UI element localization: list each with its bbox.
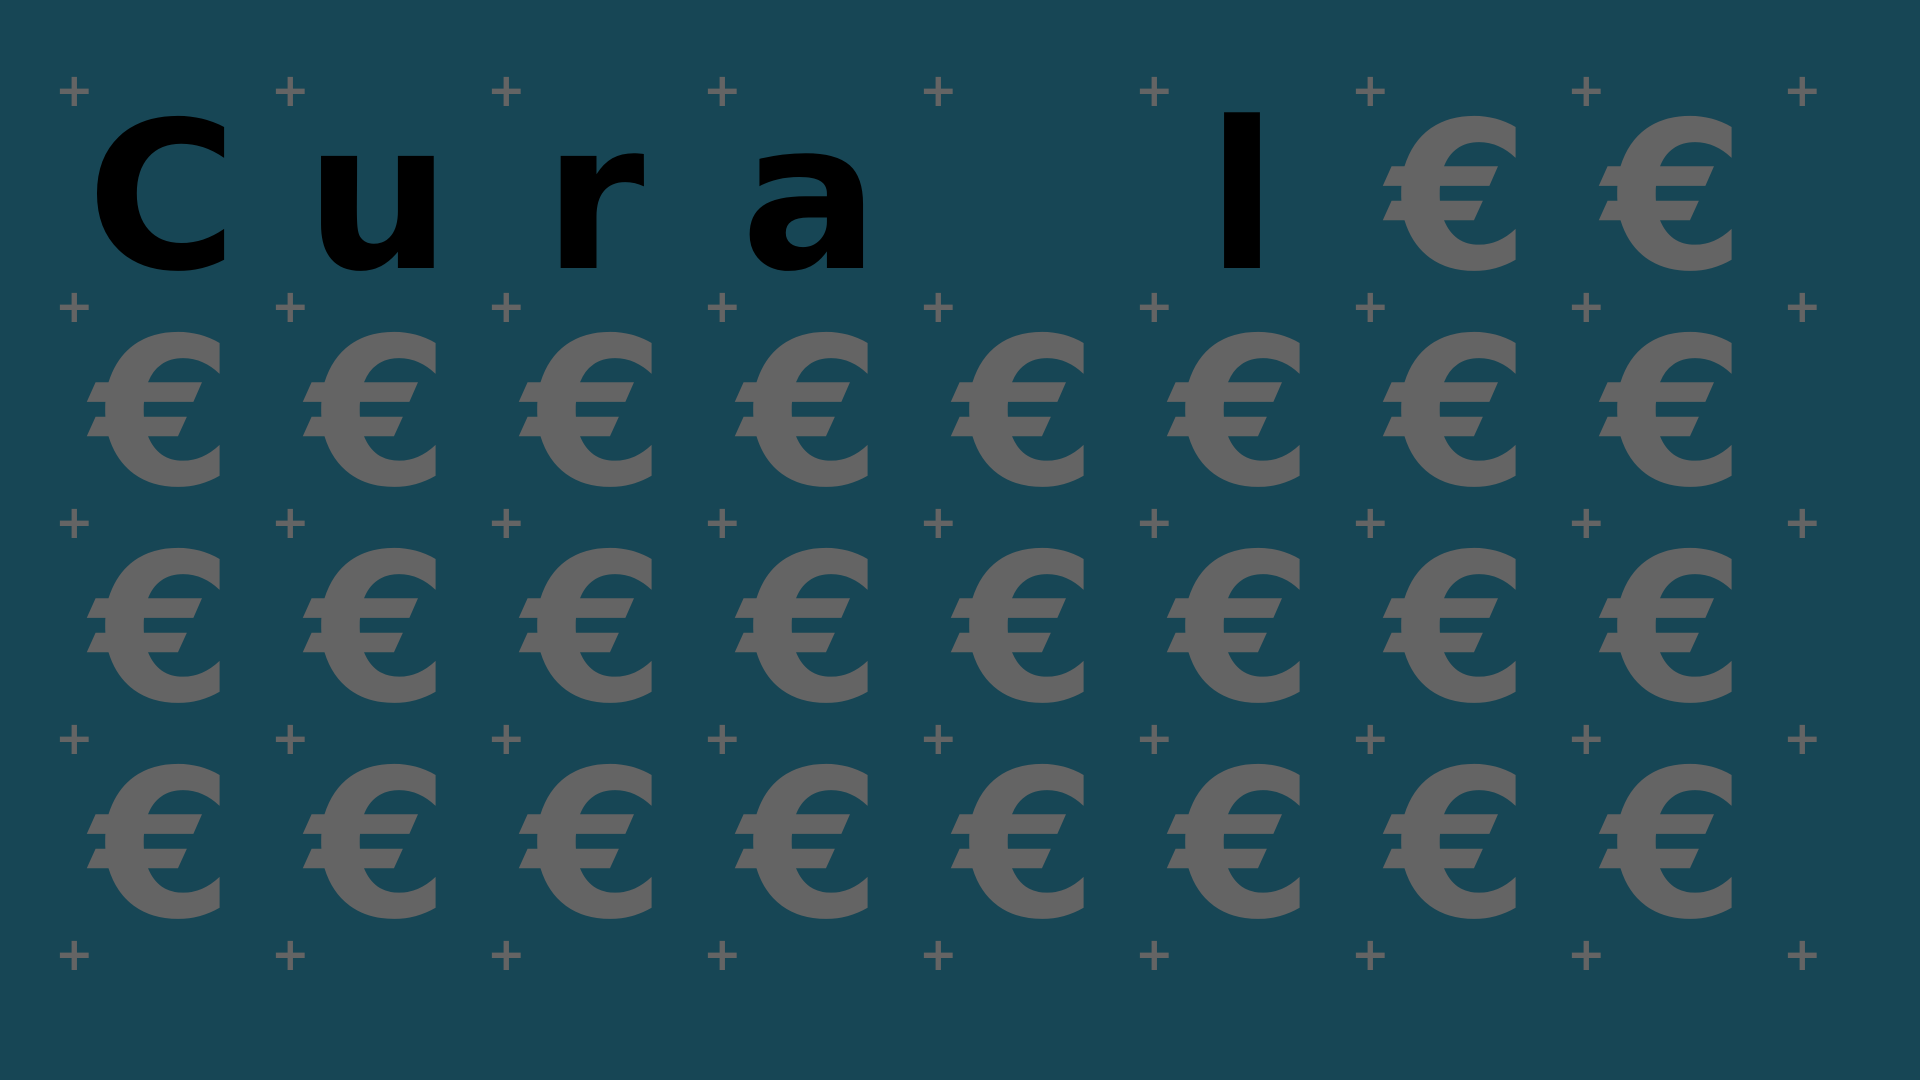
euro-symbol: €	[1602, 510, 1746, 749]
euro-symbol: €	[306, 294, 450, 533]
title-letter: a	[740, 78, 880, 317]
euro-symbol: €	[1170, 510, 1314, 749]
title-letter: C	[86, 78, 238, 317]
euro-symbol: €	[306, 726, 450, 965]
euro-symbol: €	[954, 294, 1098, 533]
title-letter: u	[305, 78, 451, 317]
euro-symbol: €	[1386, 510, 1530, 749]
pattern-canvas: + + + + + + + + + + + + + + + + + + + + + + + + + + + + + + + + + + + + + + + +…	[0, 0, 1920, 1080]
euro-symbol: €	[306, 510, 450, 749]
euro-symbol: €	[1602, 78, 1746, 317]
plus-icon: +	[1783, 711, 1822, 765]
euro-symbol: €	[1386, 294, 1530, 533]
euro-symbol: €	[522, 726, 666, 965]
plus-icon: +	[1783, 495, 1822, 549]
euro-symbol: €	[1602, 294, 1746, 533]
euro-symbol: €	[1170, 294, 1314, 533]
euro-symbol: €	[522, 294, 666, 533]
euro-symbol: €	[1170, 726, 1314, 965]
euro-symbol: €	[1602, 726, 1746, 965]
euro-symbol: €	[90, 294, 234, 533]
euro-symbol: €	[954, 510, 1098, 749]
plus-icon: +	[1783, 927, 1822, 981]
euro-symbol: €	[522, 510, 666, 749]
euro-symbol: €	[1386, 726, 1530, 965]
euro-symbol: €	[954, 726, 1098, 965]
euro-symbol: €	[738, 510, 882, 749]
euro-symbol: €	[90, 726, 234, 965]
title-letter: l	[1206, 78, 1278, 317]
title-letter: r	[543, 78, 645, 317]
plus-icon: +	[1783, 63, 1822, 117]
euro-symbol: €	[738, 726, 882, 965]
euro-symbol: €	[90, 510, 234, 749]
plus-icon: +	[919, 63, 958, 117]
euro-symbol: €	[1386, 78, 1530, 317]
plus-icon: +	[1783, 279, 1822, 333]
euro-symbol: €	[738, 294, 882, 533]
